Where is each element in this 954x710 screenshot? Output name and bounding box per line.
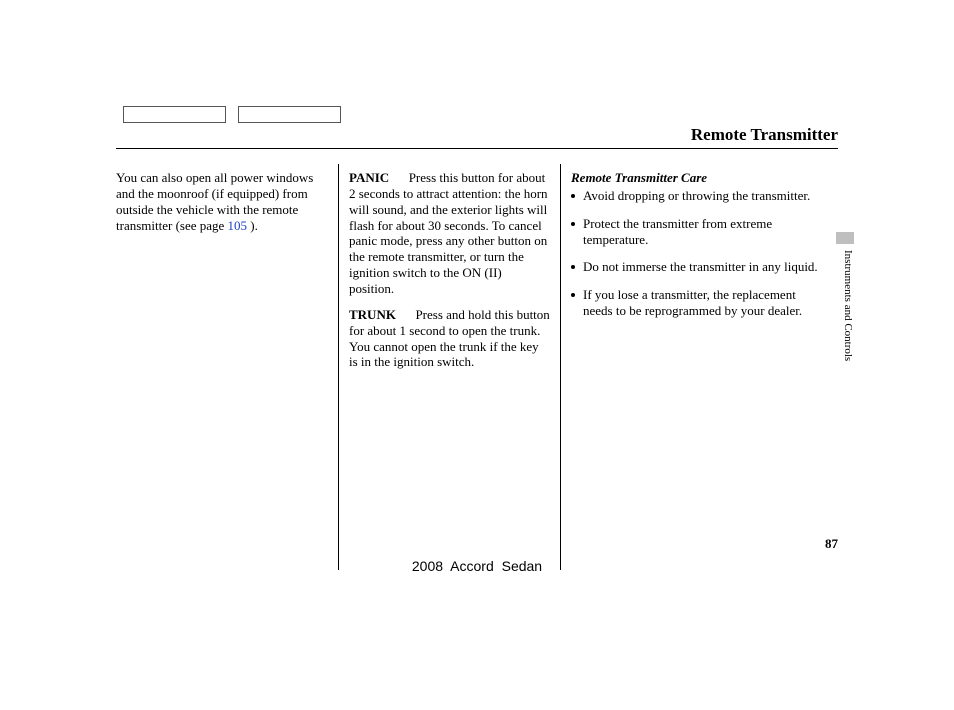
care-bullet-text: If you lose a transmitter, the replaceme… xyxy=(583,287,802,318)
care-bullet: Avoid dropping or throwing the transmitt… xyxy=(571,188,828,204)
col1-paragraph: You can also open all power windows and … xyxy=(116,170,328,233)
title-rule xyxy=(116,148,838,149)
manual-page: Remote Transmitter You can also open all… xyxy=(0,0,954,710)
care-bullet-list: Avoid dropping or throwing the transmitt… xyxy=(571,188,828,319)
header-placeholder-boxes xyxy=(123,106,341,123)
panic-label: PANIC xyxy=(349,170,389,185)
panic-text: Press this button for about 2 seconds to… xyxy=(349,170,548,296)
trunk-label: TRUNK xyxy=(349,307,396,322)
footer-model-line: 2008 Accord Sedan xyxy=(0,558,954,574)
column-1: You can also open all power windows and … xyxy=(116,164,338,570)
care-bullet: Do not immerse the transmitter in any li… xyxy=(571,259,828,275)
content-columns: You can also open all power windows and … xyxy=(116,164,838,570)
page-number: 87 xyxy=(825,536,838,552)
care-bullet-text: Do not immerse the transmitter in any li… xyxy=(583,259,818,274)
care-heading: Remote Transmitter Care xyxy=(571,170,828,186)
section-side-label: Instruments and Controls xyxy=(842,250,854,361)
column-2: PANIC — Press this button for about 2 se… xyxy=(338,164,560,570)
col1-text-b: ). xyxy=(247,218,258,233)
col1-text-a: You can also open all power windows and … xyxy=(116,170,313,233)
care-bullet-text: Avoid dropping or throwing the transmitt… xyxy=(583,188,810,203)
care-bullet: If you lose a transmitter, the replaceme… xyxy=(571,287,828,319)
header-box-2 xyxy=(238,106,341,123)
column-3: Remote Transmitter Care Avoid dropping o… xyxy=(560,164,838,570)
page-title: Remote Transmitter xyxy=(691,125,838,145)
panic-paragraph: PANIC — Press this button for about 2 se… xyxy=(349,170,550,297)
header-box-1 xyxy=(123,106,226,123)
side-tab-marker xyxy=(836,232,854,244)
care-bullet: Protect the transmitter from extreme tem… xyxy=(571,216,828,248)
trunk-paragraph: TRUNK — Press and hold this button for a… xyxy=(349,307,550,370)
care-bullet-text: Protect the transmitter from extreme tem… xyxy=(583,216,772,247)
page-ref-link[interactable]: 105 xyxy=(228,218,248,233)
